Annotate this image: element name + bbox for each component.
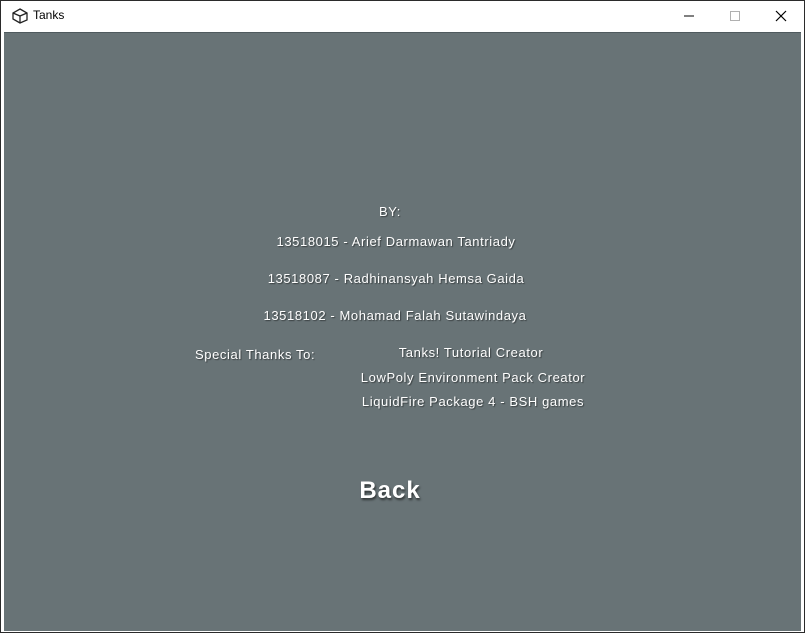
back-button[interactable]: Back — [359, 477, 420, 505]
author-3: 13518102 - Mohamad Falah Sutawindaya — [263, 308, 527, 323]
maximize-icon — [730, 11, 740, 21]
unity-icon — [12, 8, 28, 24]
close-icon — [775, 10, 787, 22]
thanks-item-3: LiquidFire Package 4 - BSH games — [361, 394, 585, 409]
thanks-item-1: Tanks! Tutorial Creator — [398, 345, 544, 360]
minimize-icon — [684, 15, 694, 17]
close-button[interactable] — [758, 1, 804, 31]
game-viewport: BY: 13518015 - Arief Darmawan Tantriady … — [4, 32, 801, 631]
window-title: Tanks — [33, 8, 65, 22]
title-bar[interactable]: Tanks — [1, 1, 804, 31]
by-label: BY: — [378, 204, 402, 219]
maximize-button[interactable] — [712, 1, 758, 31]
author-1: 13518015 - Arief Darmawan Tantriady — [276, 234, 516, 249]
special-thanks-label: Special Thanks To: — [195, 347, 316, 362]
thanks-item-2: LowPoly Environment Pack Creator — [360, 370, 586, 385]
minimize-button[interactable] — [666, 1, 712, 31]
app-window: Tanks BY: 13518015 - Arief Darmawan Tant… — [0, 0, 805, 633]
author-2: 13518087 - Radhinansyah Hemsa Gaida — [267, 271, 525, 286]
